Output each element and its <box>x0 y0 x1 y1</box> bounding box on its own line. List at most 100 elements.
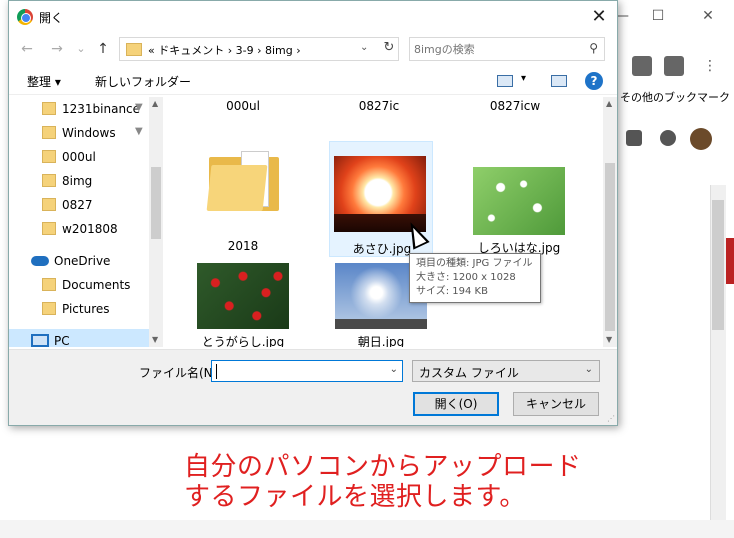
navigation-bar: ← → ⌄ ↑ « ドキュメント › 3-9 › 8img › ⌄ ↻ ⚲ <box>9 35 617 63</box>
navigation-pane: 1231binance ▼ Windows ▼ 000ul 8img 0827 … <box>9 97 164 347</box>
preview-pane-icon[interactable] <box>551 75 567 87</box>
filename-field[interactable]: ⌄ <box>211 360 403 382</box>
dialog-footer: ファイル名(N): ⌄ カスタム ファイル ⌄ 開く(O) キャンセル ⋰ <box>9 349 617 425</box>
file-name: 2018 <box>227 239 259 253</box>
sidebar-item-pictures[interactable]: Pictures <box>9 297 149 321</box>
page-scrollbar-thumb[interactable] <box>712 200 724 330</box>
folder-icon <box>42 222 56 235</box>
folder-icon <box>42 150 56 163</box>
navigation-pane-scrollbar[interactable]: ▲ ▼ <box>149 97 163 347</box>
scroll-up-arrow-icon[interactable]: ▲ <box>606 99 612 108</box>
sidebar-item-documents[interactable]: Documents <box>9 273 149 297</box>
text-caret <box>216 364 217 379</box>
open-button[interactable]: 開く(O) <box>413 392 499 416</box>
sidebar-item-label: 1231binance <box>62 102 141 116</box>
filename-label: ファイル名(N): <box>139 366 222 380</box>
extension-icon[interactable] <box>632 56 652 76</box>
tooltip-dimensions: 大きさ: 1200 x 1028 <box>416 272 516 283</box>
dialog-title: 開く <box>39 11 64 25</box>
file-item-folder-2018[interactable]: 2018 <box>191 143 295 253</box>
forward-arrow-icon[interactable]: → <box>47 39 67 59</box>
sidebar-item-label: w201808 <box>62 222 118 236</box>
open-file-dialog: 開く ✕ ← → ⌄ ↑ « ドキュメント › 3-9 › 8img › ⌄ ↻… <box>8 0 618 426</box>
sidebar-item-label: 000ul <box>62 150 96 164</box>
organize-button[interactable]: 整理 ▾ <box>27 73 61 90</box>
search-input[interactable] <box>414 41 574 57</box>
filetype-select[interactable]: カスタム ファイル ⌄ <box>412 360 600 382</box>
up-arrow-icon[interactable]: ↑ <box>93 39 113 59</box>
sidebar-item-label: 0827 <box>62 198 93 212</box>
file-list: 000ul 0827ic 0827icw 2018 あさひ.jpg しろいはな.… <box>165 97 603 347</box>
page-content-fragment <box>726 238 734 284</box>
cancel-button[interactable]: キャンセル <box>513 392 599 416</box>
instruction-caption: 自分のパソコンからアップロード するファイルを選択します。 <box>122 432 602 512</box>
sidebar-item-000ul[interactable]: 000ul <box>9 145 149 169</box>
file-name: とうがらし.jpg <box>201 335 285 347</box>
chevron-down-icon[interactable]: ⌄ <box>360 42 368 53</box>
folder-icon <box>42 102 56 115</box>
dialog-titlebar[interactable]: 開く ✕ <box>9 1 617 33</box>
folder-icon <box>42 174 56 187</box>
sidebar-item-8img[interactable]: 8img <box>9 169 149 193</box>
scrollbar-thumb[interactable] <box>605 163 615 331</box>
folder-icon <box>42 198 56 211</box>
sidebar-item-label: Windows <box>62 126 116 140</box>
tooltip-size: サイズ: 194 KB <box>416 286 488 297</box>
maximize-button[interactable]: ☐ <box>648 6 668 26</box>
refresh-icon[interactable]: ↻ <box>380 40 398 58</box>
sidebar-item-w201808[interactable]: w201808 <box>9 217 149 241</box>
help-icon[interactable]: ? <box>585 72 603 90</box>
view-options-icon[interactable] <box>497 75 513 87</box>
scroll-down-arrow-icon[interactable]: ▼ <box>152 335 158 344</box>
resize-grip-icon[interactable]: ⋰ <box>607 414 615 423</box>
scrollbar-thumb[interactable] <box>151 167 161 239</box>
sidebar-item-onedrive[interactable]: OneDrive <box>9 249 149 273</box>
recent-dropdown-icon[interactable]: ⌄ <box>71 39 91 59</box>
breadcrumb[interactable]: « ドキュメント › 3-9 › 8img › <box>148 42 301 58</box>
view-dropdown-icon[interactable]: ▾ <box>521 73 526 84</box>
onedrive-cloud-icon <box>31 256 49 266</box>
notification-icon[interactable] <box>660 130 676 146</box>
folder-icon <box>42 302 56 315</box>
image-thumbnail <box>197 263 289 329</box>
back-arrow-icon[interactable]: ← <box>17 39 37 59</box>
address-bar[interactable]: « ドキュメント › 3-9 › 8img › ⌄ ↻ <box>119 37 399 61</box>
chevron-down-icon: ⌄ <box>584 364 593 375</box>
caption-line-2: するファイルを選択します。 <box>184 482 526 512</box>
pin-icon: ▼ <box>135 126 143 137</box>
sidebar-item-windows[interactable]: Windows ▼ <box>9 121 149 145</box>
folder-icon <box>42 126 56 139</box>
dialog-close-button[interactable]: ✕ <box>587 5 611 29</box>
sidebar-item-0827[interactable]: 0827 <box>9 193 149 217</box>
file-item-tougarashi[interactable]: とうがらし.jpg <box>191 259 295 347</box>
sidebar-item-label: 8img <box>62 174 93 188</box>
extension-icon[interactable] <box>664 56 684 76</box>
command-bar: 整理 ▾ 新しいフォルダー ▾ ? <box>9 67 617 95</box>
folder-icon <box>126 43 142 56</box>
browser-menu-icon[interactable]: ⋮ <box>700 56 720 76</box>
browser-close-button[interactable]: ✕ <box>698 6 718 26</box>
scroll-down-arrow-icon[interactable]: ▼ <box>606 335 612 344</box>
sidebar-item-label: Documents <box>62 278 131 292</box>
scroll-up-arrow-icon[interactable]: ▲ <box>152 99 158 108</box>
tooltip-type: 項目の種類: JPG ファイル <box>416 258 533 269</box>
sidebar-item-pc[interactable]: PC <box>9 329 149 347</box>
new-folder-button[interactable]: 新しいフォルダー <box>95 73 191 90</box>
search-icon[interactable]: ⚲ <box>589 41 598 55</box>
other-bookmarks[interactable]: その他のブックマーク <box>610 86 734 110</box>
folder-icon <box>206 151 279 211</box>
file-name: 朝日.jpg <box>357 335 405 347</box>
file-item-shiroihana[interactable]: しろいはな.jpg <box>467 157 571 257</box>
file-list-scrollbar[interactable]: ▲ ▼ <box>603 97 617 347</box>
avatar[interactable] <box>690 128 712 150</box>
sidebar-item-label: OneDrive <box>54 254 111 268</box>
sidebar-item-label: Pictures <box>62 302 110 316</box>
sidebar-item-1231binance[interactable]: 1231binance ▼ <box>9 97 149 121</box>
filename-input[interactable] <box>214 363 384 379</box>
search-box[interactable]: ⚲ <box>409 37 605 61</box>
chevron-down-icon[interactable]: ⌄ <box>390 364 398 375</box>
sidebar-item-label: PC <box>54 334 70 347</box>
apps-grid-icon[interactable] <box>626 130 642 146</box>
file-name: 0827ic <box>358 99 400 113</box>
chrome-icon <box>17 9 33 25</box>
